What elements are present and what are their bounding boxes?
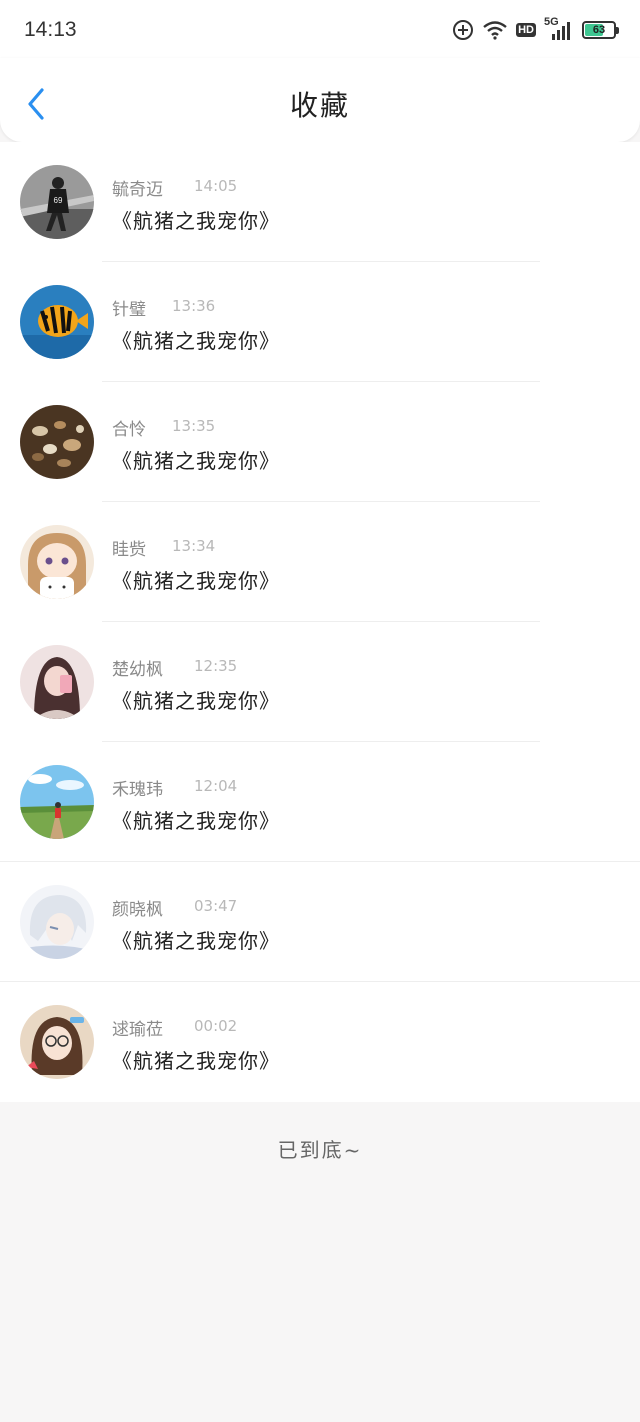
favorite-item[interactable]: 眭赀 13:34 《航猪之我宠你》 — [0, 502, 640, 622]
item-content: 《航猪之我宠你》 — [112, 329, 280, 353]
avatar[interactable] — [20, 525, 94, 599]
item-content: 《航猪之我宠你》 — [112, 209, 280, 233]
item-time: 13:35 — [172, 417, 216, 435]
battery-percent: 63 — [592, 24, 606, 36]
item-name: 眭赀 — [112, 540, 146, 560]
svg-text:69: 69 — [54, 196, 63, 205]
item-name: 楚幼枫 — [112, 660, 163, 680]
favorite-item[interactable]: 楚幼枫 12:35 《航猪之我宠你》 — [0, 622, 640, 742]
avatar[interactable] — [20, 1005, 94, 1079]
item-content: 《航猪之我宠你》 — [112, 809, 280, 833]
status-time: 14:13 — [24, 18, 77, 41]
hd-badge: HD — [516, 23, 536, 37]
item-content: 《航猪之我宠你》 — [112, 929, 280, 953]
avatar[interactable] — [20, 405, 94, 479]
item-name: 针璧 — [112, 300, 146, 320]
end-of-list-text: 已到底~ — [277, 1138, 363, 1162]
page-title: 收藏 — [289, 89, 350, 122]
favorite-item[interactable]: 合怜 13:35 《航猪之我宠你》 — [0, 382, 640, 502]
item-content: 《航猪之我宠你》 — [112, 689, 280, 713]
item-content: 《航猪之我宠你》 — [112, 569, 280, 593]
avatar[interactable] — [20, 885, 94, 959]
item-time: 12:35 — [194, 657, 238, 675]
item-time: 13:36 — [172, 297, 216, 315]
wifi-icon — [482, 20, 508, 40]
item-content: 《航猪之我宠你》 — [112, 449, 280, 473]
item-name: 合怜 — [112, 420, 146, 440]
favorite-item[interactable]: 针璧 13:36 《航猪之我宠你》 — [0, 262, 640, 382]
item-time: 00:02 — [194, 1017, 238, 1035]
add-circle-icon — [452, 19, 474, 41]
item-name: 逑瑜莅 — [112, 1020, 163, 1040]
battery-icon: 63 — [582, 21, 619, 39]
avatar[interactable] — [20, 765, 94, 839]
status-icons: HD 5G 63 — [452, 16, 619, 44]
favorite-item[interactable]: 颜晓枫 03:47 《航猪之我宠你》 — [0, 862, 640, 982]
item-name: 毓奇迈 — [112, 180, 163, 200]
cellular-signal-icon: 5G — [544, 16, 574, 42]
item-time: 14:05 — [194, 177, 238, 195]
favorite-item[interactable]: 69 毓奇迈 14:05 《航猪之我宠你》 — [0, 142, 640, 262]
avatar[interactable] — [20, 645, 94, 719]
favorite-item[interactable]: 逑瑜莅 00:02 《航猪之我宠你》 — [0, 982, 640, 1102]
item-content: 《航猪之我宠你》 — [112, 1049, 280, 1073]
avatar[interactable] — [20, 285, 94, 359]
item-time: 03:47 — [194, 897, 238, 915]
battery-tip — [616, 27, 619, 34]
avatar[interactable]: 69 — [20, 165, 94, 239]
item-name: 颜晓枫 — [112, 900, 163, 920]
favorites-list: 69 毓奇迈 14:05 《航猪之我宠你》 针璧 13:36 《航猪之我宠你》 — [0, 142, 640, 1102]
nav-header: 收藏 — [0, 58, 640, 142]
status-bar: 14:13 HD 5G 63 — [0, 0, 640, 58]
item-name: 禾瑰玮 — [112, 780, 163, 800]
favorite-item[interactable]: 禾瑰玮 12:04 《航猪之我宠你》 — [0, 742, 640, 862]
item-time: 12:04 — [194, 777, 238, 795]
item-time: 13:34 — [172, 537, 216, 555]
